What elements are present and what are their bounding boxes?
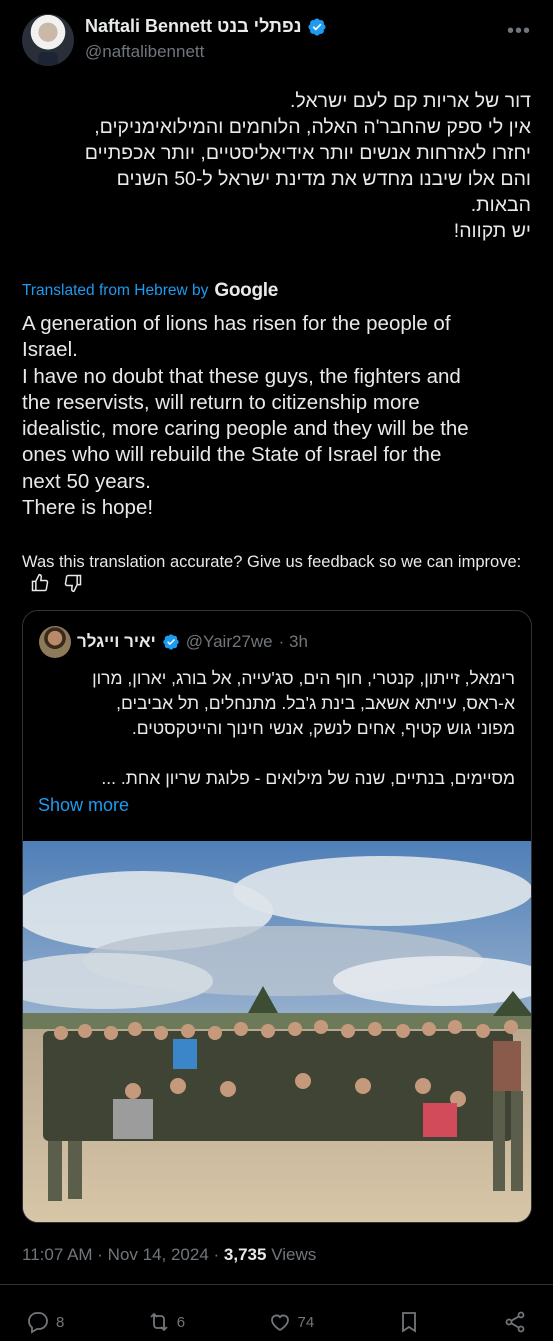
post-text-hebrew: דור של אריות קם לעם ישראל. אין לי ספק שה… xyxy=(84,90,531,242)
quoted-post-text: רימאל, זייתון, קנטרי, חוף הים, סג'עייה, … xyxy=(92,668,515,788)
quoted-author-name[interactable]: יאיר וייגלר xyxy=(77,632,156,652)
google-logo: Google xyxy=(214,280,279,301)
translated-label: Translated from Hebrew by xyxy=(22,282,209,299)
post-text-english: A generation of lions has risen for the … xyxy=(22,312,469,520)
translation-feedback: Was this translation accurate? Give us f… xyxy=(22,551,531,595)
share-button[interactable] xyxy=(503,1310,527,1334)
quoted-post-time[interactable]: · 3h xyxy=(279,632,308,652)
more-options-icon[interactable]: ••• xyxy=(507,20,531,43)
quoted-verified-badge-icon xyxy=(163,634,179,650)
bookmark-button[interactable] xyxy=(397,1310,421,1334)
heart-icon xyxy=(270,1314,289,1332)
reply-count: 8 xyxy=(56,1313,65,1331)
share-icon xyxy=(505,1311,525,1333)
translation-attribution: Translated from Hebrew by Google xyxy=(22,280,278,302)
post-header: Naftali Bennett נפתלי בנט @naftalibennet… xyxy=(22,12,531,72)
views-label: Views xyxy=(266,1245,317,1264)
post-meta: 11:07 AM · Nov 14, 2024 · 3,735 Views xyxy=(22,1245,316,1265)
author-name[interactable]: Naftali Bennett נפתלי בנט xyxy=(85,16,301,37)
repost-button[interactable]: 6 xyxy=(147,1310,185,1334)
views-count: 3,735 xyxy=(223,1245,267,1264)
thumbs-down-icon[interactable] xyxy=(63,573,83,593)
quoted-author-avatar[interactable] xyxy=(39,626,71,658)
repost-count: 6 xyxy=(176,1313,186,1331)
like-count: 74 xyxy=(297,1313,315,1331)
post-timestamp[interactable]: 11:07 AM · Nov 14, 2024 · xyxy=(22,1245,224,1264)
author-avatar[interactable] xyxy=(22,14,74,66)
quoted-author-handle[interactable]: @Yair27we xyxy=(186,632,273,652)
repost-icon xyxy=(150,1312,168,1332)
show-more-link[interactable]: Show more xyxy=(38,795,129,816)
author-handle[interactable]: @naftalibennett xyxy=(85,42,204,62)
like-button[interactable]: 74 xyxy=(268,1310,315,1334)
quoted-post[interactable]: יאיר וייגלר @Yair27we · 3h רימאל, זייתון… xyxy=(22,610,532,1223)
author-name-row[interactable]: Naftali Bennett נפתלי בנט xyxy=(85,16,327,37)
group-photo-image xyxy=(23,841,531,1222)
reply-icon xyxy=(28,1312,48,1334)
quoted-post-header: יאיר וייגלר @Yair27we · 3h xyxy=(39,626,515,658)
bookmark-icon xyxy=(401,1312,416,1333)
action-bar: 8 6 74 xyxy=(26,1308,527,1336)
divider xyxy=(0,1284,553,1285)
quoted-post-photo[interactable] xyxy=(23,841,531,1222)
thumbs-up-icon[interactable] xyxy=(30,573,50,593)
verified-badge-icon xyxy=(308,17,327,36)
feedback-text: Was this translation accurate? Give us f… xyxy=(22,553,522,571)
reply-button[interactable]: 8 xyxy=(26,1310,64,1334)
